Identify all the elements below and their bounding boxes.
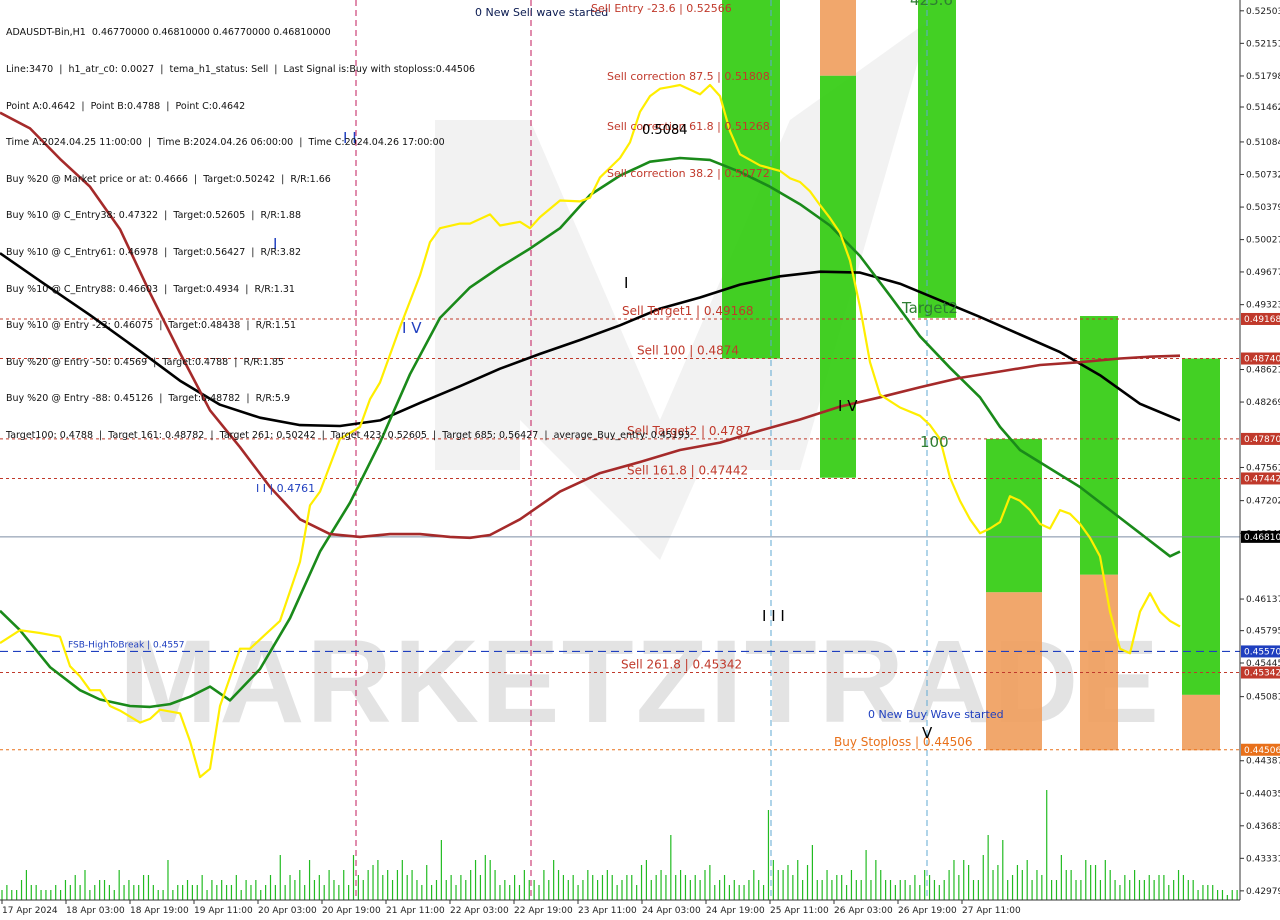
price-tick-label: 0.42979 <box>1246 887 1280 897</box>
price-tick-label: 0.51084 <box>1246 138 1280 148</box>
wave-annotation: 0 New Buy Wave started <box>868 708 1004 721</box>
info-line: ADAUSDT-Bin,H1 0.46770000 0.46810000 0.4… <box>6 27 331 39</box>
target-zone <box>1182 358 1220 695</box>
level-label: FSB-HighToBreak | 0.4557 <box>68 640 185 650</box>
target-zone <box>918 0 956 318</box>
time-tick-label: 22 Apr 19:00 <box>514 906 573 916</box>
time-tick-label: 18 Apr 19:00 <box>130 906 189 916</box>
price-tick-label: 0.44387 <box>1246 757 1280 767</box>
risk-zone <box>820 0 856 76</box>
price-tick-label: 0.52503 <box>1246 7 1280 17</box>
wave-annotation: I I I <box>762 607 785 625</box>
wave-annotation: V <box>922 724 933 742</box>
wave-annotation: I I | 0.4761 <box>256 482 315 495</box>
time-tick-label: 21 Apr 11:00 <box>386 906 445 916</box>
time-tick-label: 27 Apr 11:00 <box>962 906 1021 916</box>
price-tag-label: 0.48740 <box>1244 355 1280 365</box>
price-tick-label: 0.51798 <box>1246 72 1280 82</box>
info-panel: ADAUSDT-Bin,H1 0.46770000 0.46810000 0.4… <box>6 3 690 454</box>
time-tick-label: 20 Apr 03:00 <box>258 906 317 916</box>
info-line: Buy %10 @ C_Entry61: 0.46978 | Target:0.… <box>6 246 301 258</box>
info-line: Buy %20 @ Entry -50: 0.4569 | Target:0.4… <box>6 356 284 368</box>
price-tick-label: 0.48269 <box>1246 398 1280 408</box>
price-tick-label: 0.52151 <box>1246 39 1280 49</box>
info-line: Point A:0.4642 | Point B:0.4788 | Point … <box>6 100 246 112</box>
price-tag-label: 0.49168 <box>1244 315 1280 325</box>
time-tick-label: 24 Apr 19:00 <box>706 906 765 916</box>
time-tick-label: 25 Apr 11:00 <box>770 906 829 916</box>
level-label: Sell 261.8 | 0.45342 <box>621 658 742 672</box>
time-tick-label: 23 Apr 11:00 <box>578 906 637 916</box>
price-tag-label: 0.47442 <box>1244 474 1280 484</box>
price-tick-label: 0.46137 <box>1246 595 1280 605</box>
info-line: Line:3470 | h1_atr_c0: 0.0027 | tema_h1_… <box>6 64 476 75</box>
price-tag-label: 0.45570 <box>1244 647 1280 657</box>
time-tick-label: 17 Apr 2024 <box>2 906 58 916</box>
wave-annotation: 423.6 <box>910 0 953 9</box>
target-zone <box>1080 316 1118 575</box>
price-tick-label: 0.43331 <box>1246 854 1280 864</box>
info-line: Buy %10 @ C_Entry38: 0.47322 | Target:0.… <box>6 210 301 222</box>
price-tick-label: 0.45081 <box>1246 693 1280 703</box>
price-tick-label: 0.44035 <box>1246 789 1280 799</box>
time-tick-label: 26 Apr 19:00 <box>898 906 957 916</box>
price-tick-label: 0.50027 <box>1246 236 1280 246</box>
risk-zone <box>1182 694 1220 751</box>
price-tick-label: 0.49323 <box>1246 301 1280 311</box>
info-line: Buy %20 @ Market price or at: 0.4666 | T… <box>6 173 331 185</box>
info-line: Buy %20 @ Entry -88: 0.45126 | Target:0.… <box>6 393 291 405</box>
info-line: Time A:2024.04.25 11:00:00 | Time B:2024… <box>6 137 445 149</box>
price-tag-label: 0.46810 <box>1244 533 1280 543</box>
price-tick-label: 0.51462 <box>1246 103 1280 113</box>
time-tick-label: 19 Apr 11:00 <box>194 906 253 916</box>
price-tick-label: 0.47202 <box>1246 497 1280 507</box>
info-line: Target100: 0.4788 | Target 161: 0.48782 … <box>6 429 691 441</box>
price-tick-label: 0.50379 <box>1246 203 1280 213</box>
price-tick-label: 0.49677 <box>1246 268 1280 278</box>
time-tick-label: 20 Apr 19:00 <box>322 906 381 916</box>
price-tick-label: 0.43683 <box>1246 822 1280 832</box>
price-tag-label: 0.44506 <box>1244 746 1280 756</box>
target-zone <box>820 75 856 478</box>
risk-zone <box>986 592 1042 751</box>
price-tick-label: 0.48621 <box>1246 366 1280 376</box>
risk-zone <box>1080 574 1118 751</box>
time-tick-label: 26 Apr 03:00 <box>834 906 893 916</box>
level-label: Buy Stoploss | 0.44506 <box>834 735 973 749</box>
info-line: Buy %10 @ C_Entry88: 0.46603 | Target:0.… <box>6 283 295 295</box>
wave-annotation: I V <box>838 397 858 415</box>
info-line: Buy %10 @ Entry -23: 0.46075 | Target:0.… <box>6 320 297 332</box>
price-tick-label: 0.50732 <box>1246 170 1280 180</box>
wave-annotation: 100 <box>920 433 949 451</box>
wave-annotation: Target2 <box>901 299 958 317</box>
level-label: Sell 161.8 | 0.47442 <box>627 463 748 477</box>
time-tick-label: 22 Apr 03:00 <box>450 906 509 916</box>
price-tick-label: 0.45795 <box>1246 627 1280 637</box>
time-axis-bg <box>0 900 1280 920</box>
price-tick-label: 0.47561 <box>1246 463 1280 473</box>
price-tag-label: 0.45342 <box>1244 669 1280 679</box>
price-tag-label: 0.47870 <box>1244 435 1280 445</box>
time-tick-label: 24 Apr 03:00 <box>642 906 701 916</box>
time-tick-label: 18 Apr 03:00 <box>66 906 125 916</box>
